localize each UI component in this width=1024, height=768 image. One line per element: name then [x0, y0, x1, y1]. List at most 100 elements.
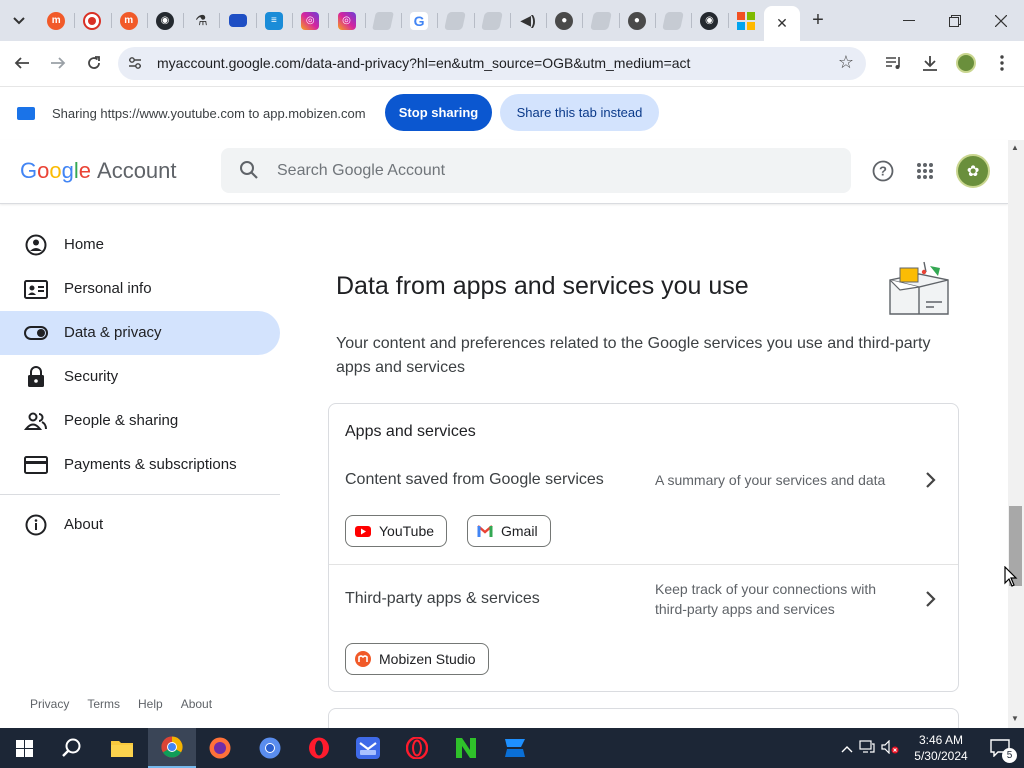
tab-github-2[interactable]: ◉ — [691, 0, 727, 41]
sidebar-item-home[interactable]: Home — [0, 223, 280, 267]
tab-flask[interactable]: ⚗ — [183, 0, 219, 41]
github-icon: ◉ — [156, 11, 175, 30]
tab-person[interactable]: ● — [546, 0, 582, 41]
restore-button[interactable] — [932, 0, 978, 41]
tab-search-button[interactable] — [0, 0, 38, 41]
sidebar-item-security[interactable]: Security — [0, 355, 280, 399]
tab-mobizen-2[interactable]: m — [110, 0, 147, 41]
taskbar-file-explorer[interactable] — [98, 728, 146, 768]
chip-label: Gmail — [501, 523, 538, 539]
sidebar-item-about[interactable]: About — [0, 503, 280, 547]
footer-link-privacy[interactable]: Privacy — [30, 697, 69, 711]
taskbar-opera[interactable] — [295, 728, 343, 768]
mobizen-studio-chip[interactable]: Mobizen Studio — [345, 643, 489, 675]
tab-generic-2[interactable] — [437, 0, 473, 41]
tab-github[interactable]: ◉ — [146, 0, 183, 41]
url-text[interactable]: myaccount.google.com/data-and-privacy?hl… — [157, 55, 690, 71]
scroll-down-arrow-icon[interactable]: ▼ — [1011, 714, 1019, 723]
page-scrollbar[interactable] — [1008, 140, 1024, 728]
chevron-right-icon[interactable] — [919, 469, 941, 491]
tab-record[interactable] — [74, 0, 110, 41]
tab-mobizen[interactable]: m — [38, 0, 74, 41]
chevron-down-icon — [13, 16, 25, 24]
tab-generic[interactable] — [364, 0, 401, 41]
id-card-icon — [24, 280, 48, 299]
media-controls-icon[interactable] — [881, 50, 907, 76]
site-settings-icon[interactable] — [127, 55, 143, 71]
profile-avatar[interactable] — [953, 50, 979, 76]
minimize-button[interactable] — [886, 0, 932, 41]
active-tab[interactable]: ✕ — [763, 6, 800, 41]
notification-center-button[interactable]: 5 — [976, 728, 1024, 768]
network-icon[interactable] — [856, 740, 878, 756]
third-party-row-title[interactable]: Third-party apps & services — [345, 590, 540, 608]
content-saved-row-title[interactable]: Content saved from Google services — [345, 471, 604, 489]
sidebar-item-payments[interactable]: Payments & subscriptions — [0, 443, 280, 487]
youtube-chip[interactable]: YouTube — [345, 515, 448, 547]
logo-letter: G — [20, 158, 38, 183]
stop-sharing-button[interactable]: Stop sharing — [385, 94, 492, 131]
content-saved-row-description[interactable]: A summary of your services and data — [655, 470, 905, 490]
lock-icon — [28, 366, 44, 387]
person-icon: ● — [627, 11, 646, 30]
tab-instagram-2[interactable]: ◎ — [328, 0, 364, 41]
chevron-up-icon — [841, 745, 853, 752]
tab-generic-4[interactable] — [582, 0, 618, 41]
tab-google[interactable]: G — [400, 0, 437, 41]
search-icon[interactable] — [239, 160, 259, 180]
sidebar-item-people-sharing[interactable]: People & sharing — [0, 399, 280, 443]
tab-craft[interactable]: ≡ — [255, 0, 292, 41]
sidebar-item-personal-info[interactable]: Personal info — [0, 267, 280, 311]
tab-instagram[interactable]: ◎ — [292, 0, 328, 41]
taskbar-search-button[interactable] — [48, 728, 96, 768]
taskbar-clock[interactable]: 3:46 AM 5/30/2024 — [908, 732, 974, 764]
footer-link-about[interactable]: About — [181, 697, 212, 711]
menu-button[interactable] — [989, 50, 1015, 76]
close-tab-icon[interactable]: ✕ — [776, 15, 788, 32]
gmail-chip[interactable]: Gmail — [467, 515, 551, 547]
tray-chevron-up-icon[interactable] — [838, 741, 856, 756]
taskbar-notepad[interactable] — [442, 728, 490, 768]
search-input[interactable] — [277, 148, 837, 193]
help-icon: ? — [872, 160, 894, 182]
tab-person-2[interactable]: ● — [618, 0, 655, 41]
scroll-up-arrow-icon[interactable]: ▲ — [1011, 143, 1019, 152]
apps-launcher-button[interactable] — [912, 158, 938, 184]
taskbar-app[interactable] — [491, 728, 539, 768]
taskbar-firefox[interactable] — [196, 728, 244, 768]
share-this-tab-button[interactable]: Share this tab instead — [500, 94, 659, 131]
back-button[interactable] — [6, 47, 38, 79]
taskbar-chrome[interactable] — [148, 728, 196, 768]
tab-generic-5[interactable] — [655, 0, 691, 41]
close-window-button[interactable] — [978, 0, 1024, 41]
chevron-right-icon[interactable] — [919, 588, 941, 610]
reload-button[interactable] — [78, 47, 110, 79]
taskbar-opera-gx[interactable] — [393, 728, 441, 768]
sidebar-item-data-privacy[interactable]: Data & privacy — [0, 311, 280, 355]
new-tab-button[interactable]: + — [800, 0, 836, 41]
taskbar-chromium[interactable] — [246, 728, 294, 768]
download-icon[interactable] — [917, 50, 943, 76]
footer-link-help[interactable]: Help — [138, 697, 163, 711]
volume-muted-icon[interactable] — [878, 739, 902, 757]
help-button[interactable]: ? — [870, 158, 896, 184]
footer-link-terms[interactable]: Terms — [87, 697, 120, 711]
address-bar[interactable]: myaccount.google.com/data-and-privacy?hl… — [118, 47, 866, 80]
forward-button[interactable] — [42, 47, 74, 79]
third-party-row-description[interactable]: Keep track of your connections with thir… — [655, 579, 905, 619]
start-button[interactable] — [0, 728, 48, 768]
instagram-icon: ◎ — [337, 11, 356, 30]
tab-audio[interactable]: ◀) — [509, 0, 546, 41]
taskbar-mail-app[interactable] — [344, 728, 392, 768]
account-search-box[interactable] — [221, 148, 851, 193]
tab-window[interactable] — [219, 0, 255, 41]
mobizen-icon: m — [47, 11, 66, 30]
tab-generic-3[interactable] — [473, 0, 510, 41]
bookmark-star-icon[interactable]: ☆ — [838, 52, 854, 73]
account-avatar[interactable]: ✿ — [956, 154, 990, 188]
speaker-mute-icon — [881, 739, 899, 754]
toggle-icon — [24, 326, 48, 340]
credit-card-icon — [24, 456, 48, 474]
google-account-logo[interactable]: Google Account — [20, 158, 177, 184]
tab-microsoft[interactable] — [727, 0, 764, 41]
